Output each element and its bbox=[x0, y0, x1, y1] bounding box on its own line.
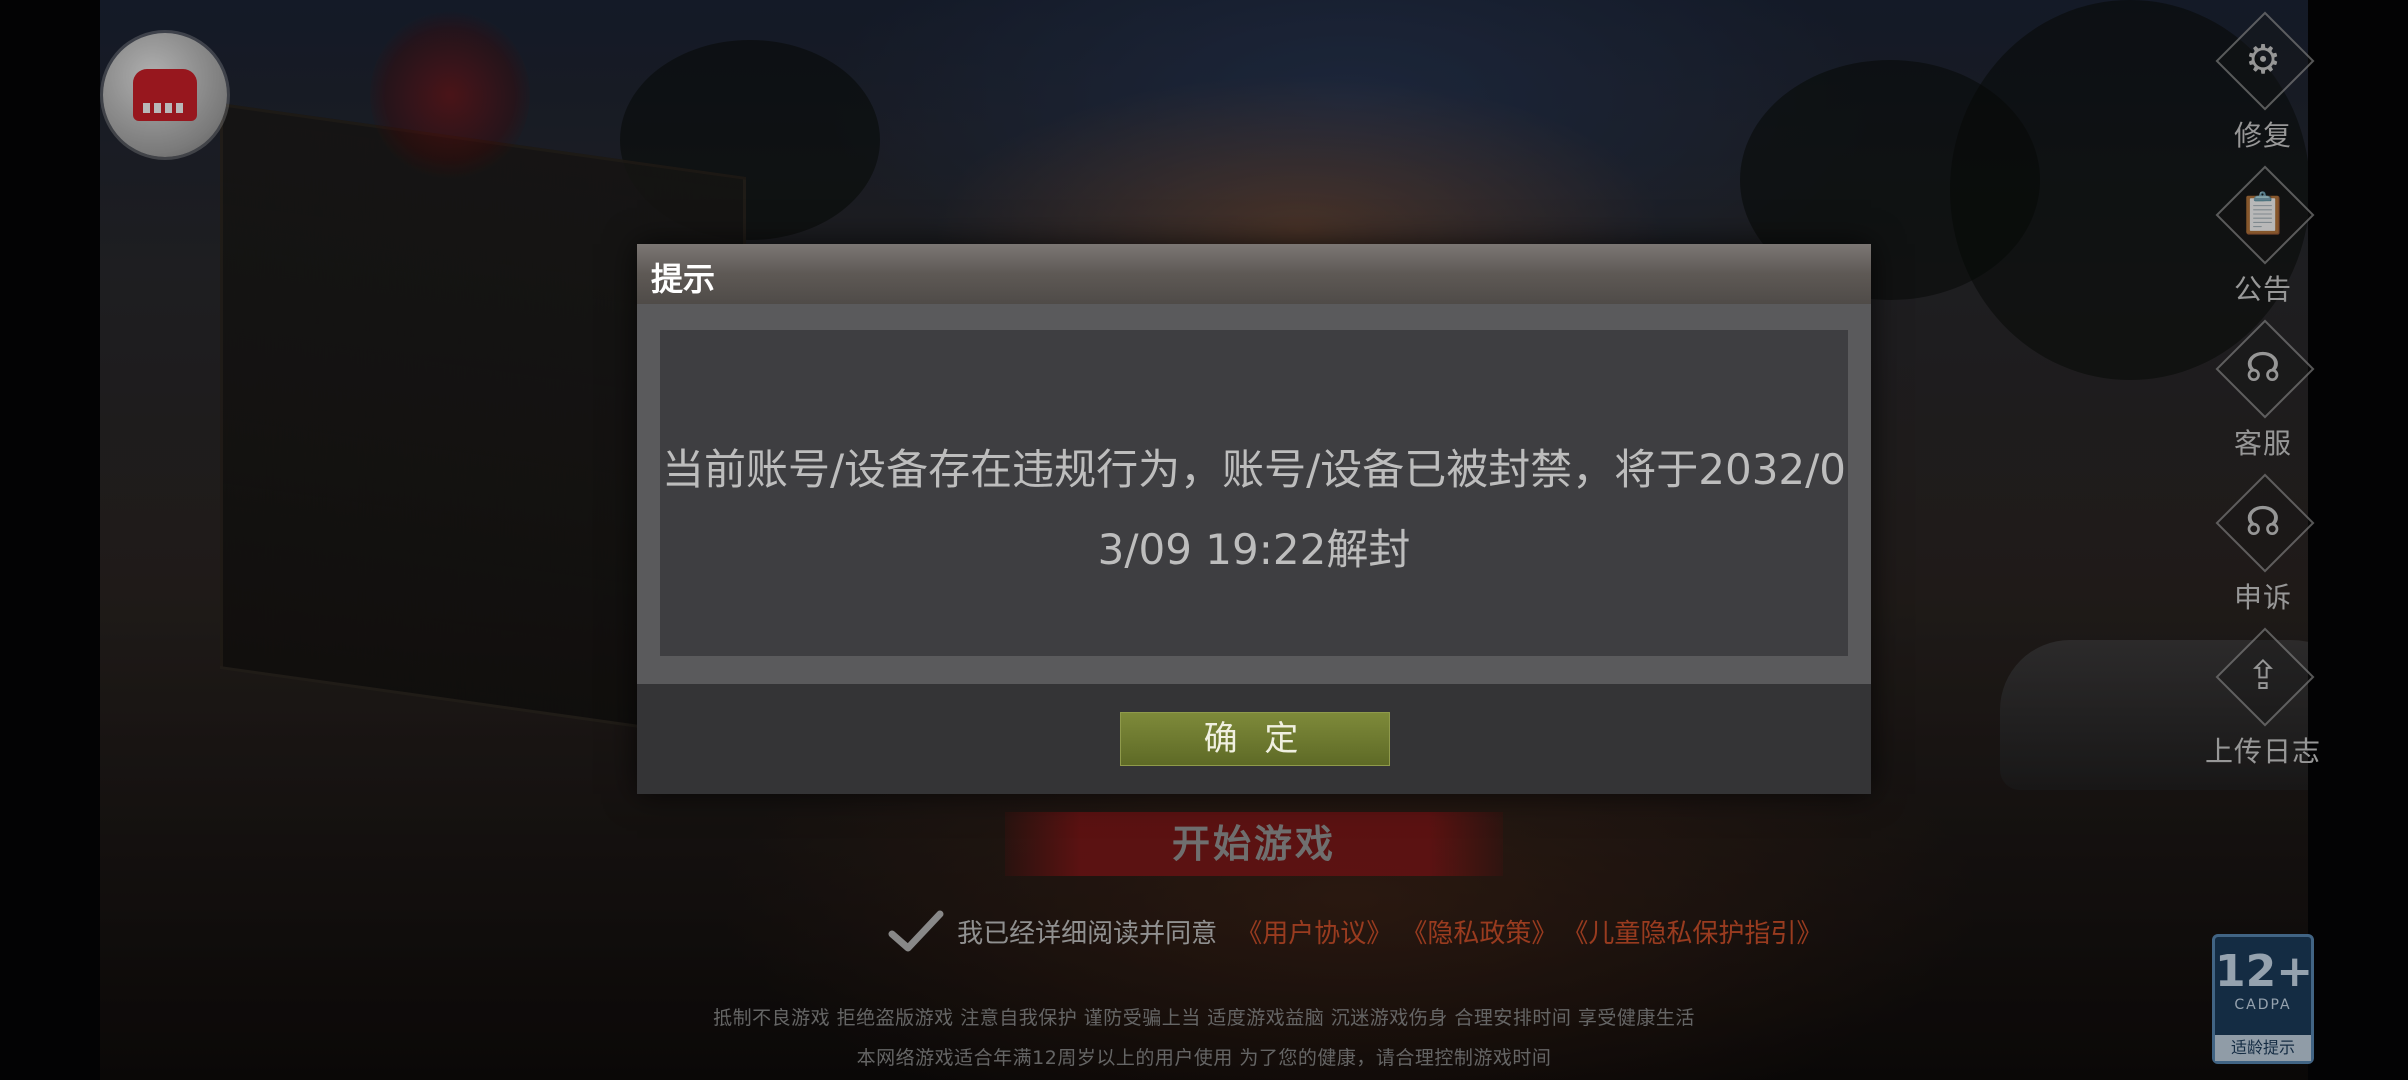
dialog-body: 当前账号/设备存在违规行为，账号/设备已被封禁，将于2032/03/09 19:… bbox=[660, 330, 1848, 656]
dialog-header: 提示 bbox=[637, 244, 1871, 304]
dialog-message: 当前账号/设备存在违规行为，账号/设备已被封禁，将于2032/03/09 19:… bbox=[661, 445, 1847, 574]
confirm-button[interactable]: 确 定 bbox=[1120, 712, 1390, 766]
dialog-title: 提示 bbox=[651, 260, 716, 298]
ban-notice-dialog: 提示 当前账号/设备存在违规行为，账号/设备已被封禁，将于2032/03/09 … bbox=[637, 244, 1871, 794]
